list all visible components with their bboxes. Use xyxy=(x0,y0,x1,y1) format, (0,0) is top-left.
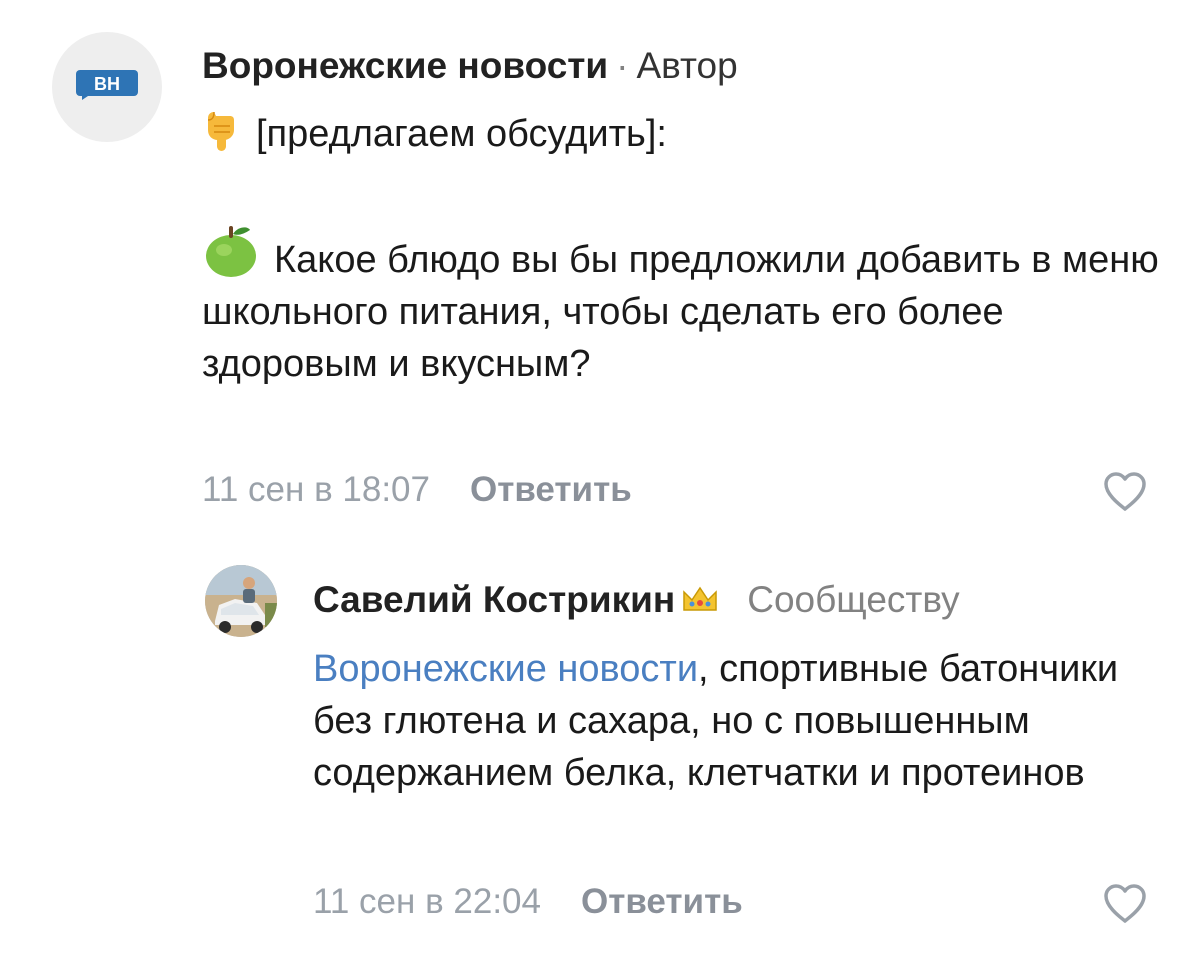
author-name[interactable]: Савелий Кострикин xyxy=(313,579,675,620)
community-avatar[interactable]: ВН xyxy=(52,32,162,142)
green-apple-icon xyxy=(206,226,256,277)
comment-question: Какое блюдо вы бы предложили добавить в … xyxy=(202,222,1182,390)
crown-icon xyxy=(683,586,717,611)
reply-button[interactable]: Ответить xyxy=(581,882,743,921)
author-role-label: Автор xyxy=(636,45,738,86)
user-photo-icon xyxy=(205,565,277,637)
author-name[interactable]: Воронежские новости xyxy=(202,45,608,86)
comment-footer: 11 сен в 18:07 Ответить xyxy=(202,470,632,510)
intro-text: [предлагаем обсудить]: xyxy=(256,113,667,155)
comment-header: Воронежские новости · Автор xyxy=(202,44,738,88)
comment-footer: 11 сен в 22:04 Ответить xyxy=(313,882,743,922)
user-avatar[interactable] xyxy=(205,565,277,637)
question-text: Какое блюдо вы бы предложили добавить в … xyxy=(202,239,1159,385)
comment-header: Савелий Кострикин Сообществу xyxy=(313,578,960,622)
comment-author-post: ВН Воронежские новости · Автор [предлагаем… xyxy=(0,0,1200,540)
community-logo-text: ВН xyxy=(94,74,120,94)
mention-link[interactable]: Воронежские новости xyxy=(313,648,698,690)
heart-icon[interactable] xyxy=(1102,470,1148,512)
heart-icon[interactable] xyxy=(1102,882,1148,924)
comment-date: 11 сен в 18:07 xyxy=(202,470,430,509)
comment-date: 11 сен в 22:04 xyxy=(313,882,541,921)
comment-user-reply: Савелий Кострикин Сообществу Воронежские… xyxy=(0,560,1200,960)
comment-body: Воронежские новости, спортивные батончик… xyxy=(313,643,1183,799)
community-logo-icon: ВН xyxy=(76,70,138,100)
comment-intro-line: [предлагаем обсудить]: xyxy=(202,108,1182,160)
pointing-down-hand-icon xyxy=(207,111,234,151)
reply-button[interactable]: Ответить xyxy=(470,470,632,509)
separator-dot: · xyxy=(616,45,629,86)
reply-target-label: Сообществу xyxy=(747,579,960,620)
